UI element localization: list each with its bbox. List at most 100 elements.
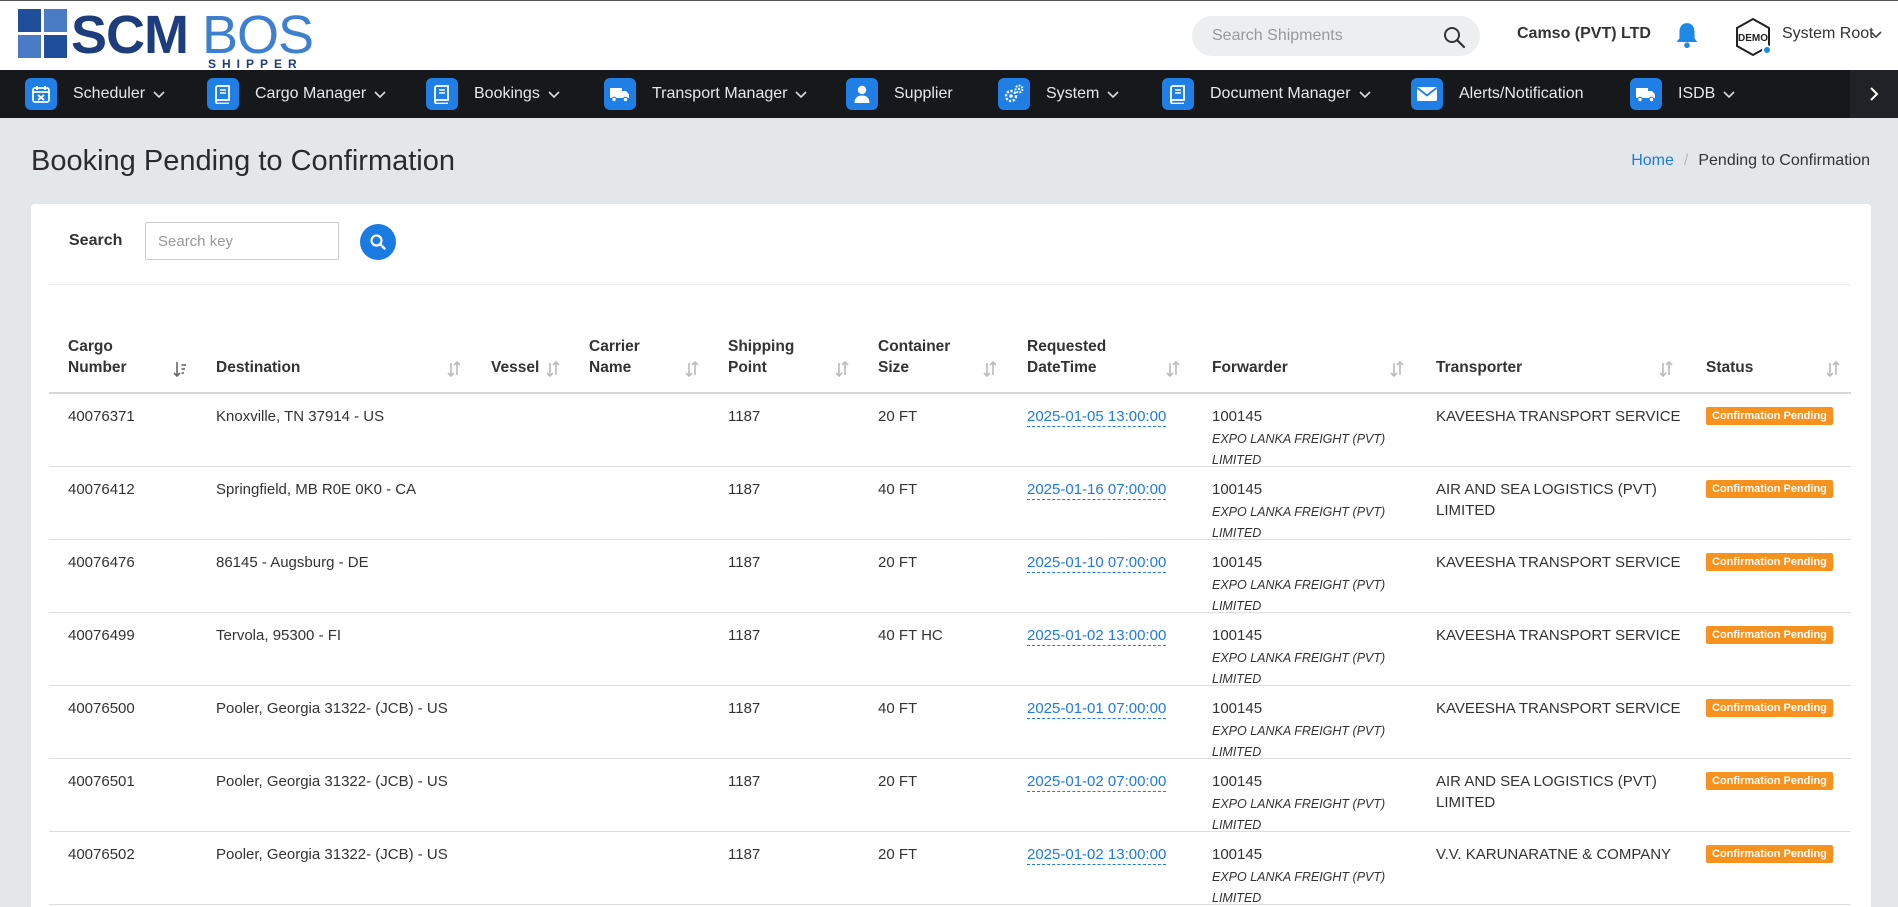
cell-shipping-point: 1187 bbox=[728, 627, 761, 644]
status-badge: Confirmation Pending bbox=[1706, 626, 1833, 644]
sort-active-icon[interactable] bbox=[173, 360, 187, 378]
sort-icon[interactable] bbox=[1166, 360, 1180, 378]
nav-scroll-right-button[interactable] bbox=[1850, 70, 1898, 118]
cell-transporter: KAVEESHA TRANSPORT SERVICE bbox=[1436, 627, 1681, 644]
sort-icon[interactable] bbox=[1390, 360, 1404, 378]
sort-icon[interactable] bbox=[447, 360, 461, 378]
sort-icon[interactable] bbox=[1659, 360, 1673, 378]
requested-datetime-link[interactable]: 2025-01-02 13:00:00 bbox=[1027, 627, 1167, 646]
cell-container-size: 40 FT bbox=[878, 481, 918, 498]
nav-item-label: Supplier bbox=[894, 85, 953, 102]
nav-item-label: Document Manager bbox=[1210, 85, 1351, 102]
column-header-vessel[interactable]: Vessel bbox=[491, 357, 539, 378]
cell-forwarder-name: EXPO LANKA FREIGHT (PVT) bbox=[1212, 651, 1386, 665]
cell-shipping-point: 1187 bbox=[728, 700, 761, 717]
nav-item-transport-manager[interactable]: Transport Manager bbox=[604, 70, 808, 118]
column-header-line2: Vessel bbox=[491, 359, 540, 376]
nav-item-system[interactable]: System bbox=[998, 70, 1119, 118]
cell-cargo-number: 40076500 bbox=[68, 700, 135, 717]
column-header-requested-datetime[interactable]: Requested DateTime bbox=[1027, 336, 1106, 378]
nav-item-supplier[interactable]: Supplier bbox=[846, 70, 953, 118]
column-header-carrier-name[interactable]: Carrier Name bbox=[589, 336, 640, 378]
cell-forwarder-name: EXPO LANKA FREIGHT (PVT) bbox=[1212, 724, 1386, 738]
sort-icon[interactable] bbox=[1826, 360, 1840, 378]
chevron-down-icon bbox=[548, 91, 560, 99]
chevron-down-icon bbox=[795, 91, 808, 99]
nav-item-label: Transport Manager bbox=[652, 85, 788, 102]
nav-item-alerts-notification[interactable]: Alerts/Notification bbox=[1411, 70, 1584, 118]
cell-destination: Pooler, Georgia 31322- (JCB) - US bbox=[216, 700, 448, 717]
requested-datetime-link[interactable]: 2025-01-05 13:00:00 bbox=[1027, 408, 1167, 427]
requested-datetime-link[interactable]: 2025-01-02 13:00:00 bbox=[1027, 846, 1167, 865]
column-header-line2: Number bbox=[68, 359, 127, 376]
sort-icon[interactable] bbox=[983, 360, 997, 378]
table-row[interactable]: 40076500 Pooler, Georgia 31322- (JCB) - … bbox=[49, 686, 1851, 759]
truck-icon bbox=[1630, 78, 1662, 110]
table-row[interactable]: 40076476 86145 - Augsburg - DE 1187 20 F… bbox=[49, 540, 1851, 613]
table-row[interactable]: 40076499 Tervola, 95300 - FI 1187 40 FT … bbox=[49, 613, 1851, 686]
user-icon bbox=[846, 78, 878, 110]
cell-cargo-number: 40076502 bbox=[68, 846, 135, 863]
column-header-cargo-number[interactable]: Cargo Number bbox=[68, 336, 127, 378]
column-header-line2: Transporter bbox=[1436, 359, 1523, 376]
cell-destination: Pooler, Georgia 31322- (JCB) - US bbox=[216, 773, 448, 790]
column-header-line1: Cargo bbox=[68, 338, 113, 355]
nav-item-document-manager[interactable]: Document Manager bbox=[1162, 70, 1371, 118]
nav-item-label: System bbox=[1046, 85, 1100, 102]
requested-datetime-link[interactable]: 2025-01-10 07:00:00 bbox=[1027, 554, 1167, 573]
column-header-status[interactable]: Status bbox=[1706, 357, 1753, 378]
requested-datetime-link[interactable]: 2025-01-01 07:00:00 bbox=[1027, 700, 1167, 719]
nav-item-label: Bookings bbox=[474, 85, 540, 102]
user-name[interactable]: System Root bbox=[1782, 25, 1874, 43]
envelope-icon bbox=[1411, 78, 1443, 110]
bookings-card: Search Cargo Number Destination Vessel Ca… bbox=[31, 204, 1871, 907]
table-row[interactable]: 40076501 Pooler, Georgia 31322- (JCB) - … bbox=[49, 759, 1851, 832]
bookings-table: Cargo Number Destination Vessel Carrier Na… bbox=[49, 332, 1851, 905]
column-header-destination[interactable]: Destination bbox=[216, 357, 300, 378]
nav-item-scheduler[interactable]: Scheduler bbox=[25, 70, 165, 118]
breadcrumb-home-link[interactable]: Home bbox=[1631, 152, 1674, 170]
cell-forwarder-name: EXPO LANKA FREIGHT (PVT) bbox=[1212, 432, 1386, 446]
column-header-line1: Carrier bbox=[589, 338, 640, 355]
nav-item-cargo-manager[interactable]: Cargo Manager bbox=[207, 70, 386, 118]
sort-icon[interactable] bbox=[546, 360, 560, 378]
cell-forwarder-code: 100145 bbox=[1212, 408, 1263, 425]
search-button[interactable] bbox=[360, 224, 396, 260]
cell-forwarder-code: 100145 bbox=[1212, 627, 1263, 644]
sort-icon[interactable] bbox=[835, 360, 849, 378]
column-header-container-size[interactable]: Container Size bbox=[878, 336, 950, 378]
requested-datetime-link[interactable]: 2025-01-16 07:00:00 bbox=[1027, 481, 1167, 500]
nav-item-label: Alerts/Notification bbox=[1459, 85, 1584, 102]
column-header-forwarder[interactable]: Forwarder bbox=[1212, 357, 1288, 378]
company-name[interactable]: Camso (PVT) LTD bbox=[1517, 25, 1651, 43]
cell-shipping-point: 1187 bbox=[728, 481, 761, 498]
cell-shipping-point: 1187 bbox=[728, 846, 761, 863]
app-logo[interactable]: SCM BOS SHIPPER bbox=[18, 7, 314, 71]
search-icon[interactable] bbox=[1442, 25, 1466, 49]
cell-transporter: AIR AND SEA LOGISTICS (PVT) bbox=[1436, 773, 1657, 790]
table-body: 40076371 Knoxville, TN 37914 - US 1187 2… bbox=[49, 394, 1851, 905]
column-header-line2: Name bbox=[589, 359, 632, 376]
bell-icon[interactable] bbox=[1674, 21, 1700, 49]
cell-forwarder-name: EXPO LANKA FREIGHT (PVT) bbox=[1212, 578, 1386, 592]
column-header-shipping-point[interactable]: Shipping Point bbox=[728, 336, 794, 378]
sort-icon[interactable] bbox=[685, 360, 699, 378]
requested-datetime-link[interactable]: 2025-01-02 07:00:00 bbox=[1027, 773, 1167, 792]
top-header: SCM BOS SHIPPER Camso (PVT) LTD DEMO Sys… bbox=[0, 0, 1898, 71]
nav-item-bookings[interactable]: Bookings bbox=[426, 70, 560, 118]
table-row[interactable]: 40076502 Pooler, Georgia 31322- (JCB) - … bbox=[49, 832, 1851, 905]
nav-item-isdb[interactable]: ISDB bbox=[1630, 70, 1735, 118]
cell-transporter: V.V. KARUNARATNE & COMPANY bbox=[1436, 846, 1672, 863]
cell-cargo-number: 40076499 bbox=[68, 627, 135, 644]
column-header-transporter[interactable]: Transporter bbox=[1436, 357, 1522, 378]
cell-destination: Knoxville, TN 37914 - US bbox=[216, 408, 385, 425]
table-row[interactable]: 40076371 Knoxville, TN 37914 - US 1187 2… bbox=[49, 394, 1851, 467]
search-key-input[interactable] bbox=[145, 222, 339, 260]
table-row[interactable]: 40076412 Springfield, MB R0E 0K0 - CA 11… bbox=[49, 467, 1851, 540]
cell-cargo-number: 40076412 bbox=[68, 481, 135, 498]
shipment-search-input[interactable] bbox=[1212, 27, 1432, 45]
cell-destination: 86145 - Augsburg - DE bbox=[216, 554, 369, 571]
chevron-down-icon[interactable] bbox=[1870, 31, 1882, 39]
column-header-line2: Point bbox=[728, 359, 767, 376]
column-header-line2: Status bbox=[1706, 359, 1754, 376]
